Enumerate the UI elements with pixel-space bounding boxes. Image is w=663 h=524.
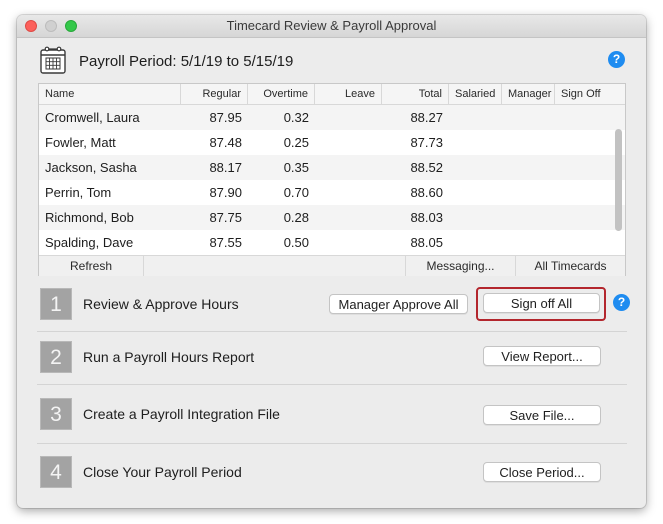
step-title: Run a Payroll Hours Report bbox=[83, 349, 255, 365]
messaging-button[interactable]: Messaging... bbox=[406, 256, 516, 276]
cell-manager bbox=[502, 130, 555, 155]
cell-regular: 87.55 bbox=[209, 235, 242, 250]
cell-total: 88.05 bbox=[410, 235, 443, 250]
table-row[interactable]: Fowler, Matt 87.48 0.25 87.73 bbox=[39, 130, 625, 155]
close-period-button[interactable]: Close Period... bbox=[483, 462, 601, 482]
calendar-icon bbox=[40, 46, 66, 74]
step-number-badge: 4 bbox=[40, 456, 72, 488]
timecard-table: Name Regular Overtime Leave Total Salari… bbox=[38, 83, 626, 276]
cell-leave bbox=[315, 205, 382, 230]
column-header-name[interactable]: Name bbox=[39, 84, 181, 104]
step-title: Create a Payroll Integration File bbox=[83, 406, 280, 422]
cell-regular: 87.95 bbox=[209, 110, 242, 125]
cell-salaried bbox=[449, 205, 502, 230]
cell-name: Perrin, Tom bbox=[45, 185, 112, 200]
title-bar[interactable]: Timecard Review & Payroll Approval bbox=[17, 15, 646, 38]
table-row[interactable]: Cromwell, Laura 87.95 0.32 88.27 bbox=[39, 105, 625, 130]
cell-total: 88.52 bbox=[410, 160, 443, 175]
cell-name: Richmond, Bob bbox=[45, 210, 134, 225]
cell-salaried bbox=[449, 130, 502, 155]
refresh-button[interactable]: Refresh bbox=[39, 256, 144, 276]
cell-overtime: 0.32 bbox=[283, 110, 309, 125]
payroll-window: Timecard Review & Payroll Approval Payro… bbox=[17, 15, 646, 508]
table-row[interactable]: Jackson, Sasha 88.17 0.35 88.52 bbox=[39, 155, 625, 180]
cell-leave bbox=[315, 230, 382, 255]
cell-salaried bbox=[449, 155, 502, 180]
step-number-badge: 3 bbox=[40, 398, 72, 430]
sign-off-all-button[interactable]: Sign off All bbox=[483, 293, 600, 313]
cell-total: 88.60 bbox=[410, 185, 443, 200]
column-header-leave[interactable]: Leave bbox=[315, 84, 382, 104]
table-body: Cromwell, Laura 87.95 0.32 88.27 Fowler,… bbox=[39, 105, 625, 255]
cell-name: Jackson, Sasha bbox=[45, 160, 137, 175]
cell-leave bbox=[315, 155, 382, 180]
table-row[interactable]: Perrin, Tom 87.90 0.70 88.60 bbox=[39, 180, 625, 205]
cell-leave bbox=[315, 105, 382, 130]
column-header-total[interactable]: Total bbox=[382, 84, 449, 104]
cell-sign-off bbox=[555, 230, 625, 255]
cell-name: Cromwell, Laura bbox=[45, 110, 140, 125]
step-title: Review & Approve Hours bbox=[83, 296, 239, 312]
footer-spacer bbox=[144, 256, 406, 276]
cell-total: 88.03 bbox=[410, 210, 443, 225]
cell-overtime: 0.35 bbox=[283, 160, 309, 175]
step-title: Close Your Payroll Period bbox=[83, 464, 242, 480]
table-header: Name Regular Overtime Leave Total Salari… bbox=[39, 84, 625, 105]
column-header-overtime[interactable]: Overtime bbox=[248, 84, 315, 104]
cell-regular: 87.48 bbox=[209, 135, 242, 150]
step-review-approve: 1 Review & Approve Hours Manager Approve… bbox=[37, 281, 627, 332]
cell-overtime: 0.70 bbox=[283, 185, 309, 200]
cell-regular: 87.90 bbox=[209, 185, 242, 200]
cell-name: Fowler, Matt bbox=[45, 135, 116, 150]
cell-leave bbox=[315, 130, 382, 155]
table-row[interactable]: Spalding, Dave 87.55 0.50 88.05 bbox=[39, 230, 625, 255]
cell-manager bbox=[502, 180, 555, 205]
help-icon[interactable]: ? bbox=[613, 294, 630, 311]
minimize-window-button[interactable] bbox=[45, 20, 57, 32]
payroll-period-header: Payroll Period: 5/1/19 to 5/15/19 bbox=[39, 45, 629, 75]
table-footer: Refresh Messaging... All Timecards bbox=[39, 255, 625, 276]
column-header-salaried[interactable]: Salaried bbox=[449, 84, 502, 104]
save-file-button[interactable]: Save File... bbox=[483, 405, 601, 425]
column-header-sign-off[interactable]: Sign Off bbox=[555, 84, 625, 104]
cell-manager bbox=[502, 205, 555, 230]
cell-total: 88.27 bbox=[410, 110, 443, 125]
cell-sign-off bbox=[555, 105, 625, 130]
column-header-manager[interactable]: Manager bbox=[502, 84, 555, 104]
cell-regular: 87.75 bbox=[209, 210, 242, 225]
window-title: Timecard Review & Payroll Approval bbox=[226, 18, 437, 33]
cell-manager bbox=[502, 155, 555, 180]
step-number-badge: 2 bbox=[40, 341, 72, 373]
cell-overtime: 0.28 bbox=[283, 210, 309, 225]
step-integration-file: 3 Create a Payroll Integration File Save… bbox=[37, 385, 627, 444]
close-window-button[interactable] bbox=[25, 20, 37, 32]
payroll-steps: 1 Review & Approve Hours Manager Approve… bbox=[37, 281, 627, 500]
help-icon[interactable]: ? bbox=[608, 51, 625, 68]
step-payroll-report: 2 Run a Payroll Hours Report View Report… bbox=[37, 332, 627, 385]
zoom-window-button[interactable] bbox=[65, 20, 77, 32]
cell-overtime: 0.50 bbox=[283, 235, 309, 250]
table-row[interactable]: Richmond, Bob 87.75 0.28 88.03 bbox=[39, 205, 625, 230]
table-scrollbar[interactable] bbox=[615, 129, 622, 231]
step-close-period: 4 Close Your Payroll Period Close Period… bbox=[37, 444, 627, 500]
cell-salaried bbox=[449, 105, 502, 130]
all-timecards-button[interactable]: All Timecards bbox=[516, 256, 625, 276]
payroll-period-label: Payroll Period: 5/1/19 to 5/15/19 bbox=[79, 53, 294, 70]
cell-salaried bbox=[449, 230, 502, 255]
cell-overtime: 0.25 bbox=[283, 135, 309, 150]
cell-total: 87.73 bbox=[410, 135, 443, 150]
cell-regular: 88.17 bbox=[209, 160, 242, 175]
cell-manager bbox=[502, 105, 555, 130]
cell-salaried bbox=[449, 180, 502, 205]
view-report-button[interactable]: View Report... bbox=[483, 346, 601, 366]
column-header-regular[interactable]: Regular bbox=[181, 84, 248, 104]
manager-approve-all-button[interactable]: Manager Approve All bbox=[329, 294, 468, 314]
cell-manager bbox=[502, 230, 555, 255]
step-number-badge: 1 bbox=[40, 288, 72, 320]
cell-name: Spalding, Dave bbox=[45, 235, 134, 250]
cell-leave bbox=[315, 180, 382, 205]
